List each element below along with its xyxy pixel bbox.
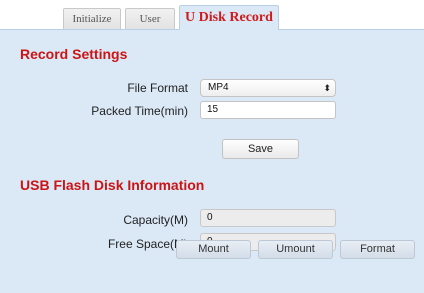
- tab-initialize[interactable]: Initialize: [63, 8, 121, 30]
- file-format-value: MP4: [208, 82, 229, 93]
- file-format-label: File Format: [127, 81, 188, 95]
- chevron-updown-icon: ⬍: [323, 83, 331, 93]
- record-settings-title: Record Settings: [20, 46, 128, 62]
- format-button[interactable]: Format: [340, 240, 415, 259]
- packed-time-input[interactable]: 15: [200, 101, 336, 119]
- save-button[interactable]: Save: [222, 139, 299, 159]
- tab-user[interactable]: User: [125, 8, 175, 30]
- mount-button[interactable]: Mount: [176, 240, 251, 259]
- file-format-select[interactable]: MP4 ⬍: [200, 79, 336, 97]
- tab-bar: Initialize User U Disk Record: [0, 0, 424, 31]
- tab-udisk-record[interactable]: U Disk Record: [179, 5, 279, 31]
- packed-time-label: Packed Time(min): [91, 104, 188, 118]
- usb-info-title: USB Flash Disk Information: [20, 177, 205, 193]
- umount-button[interactable]: Umount: [258, 240, 333, 259]
- capacity-label: Capacity(M): [123, 213, 188, 227]
- capacity-field: 0: [200, 209, 336, 227]
- free-space-label: Free Space(M): [107, 237, 188, 251]
